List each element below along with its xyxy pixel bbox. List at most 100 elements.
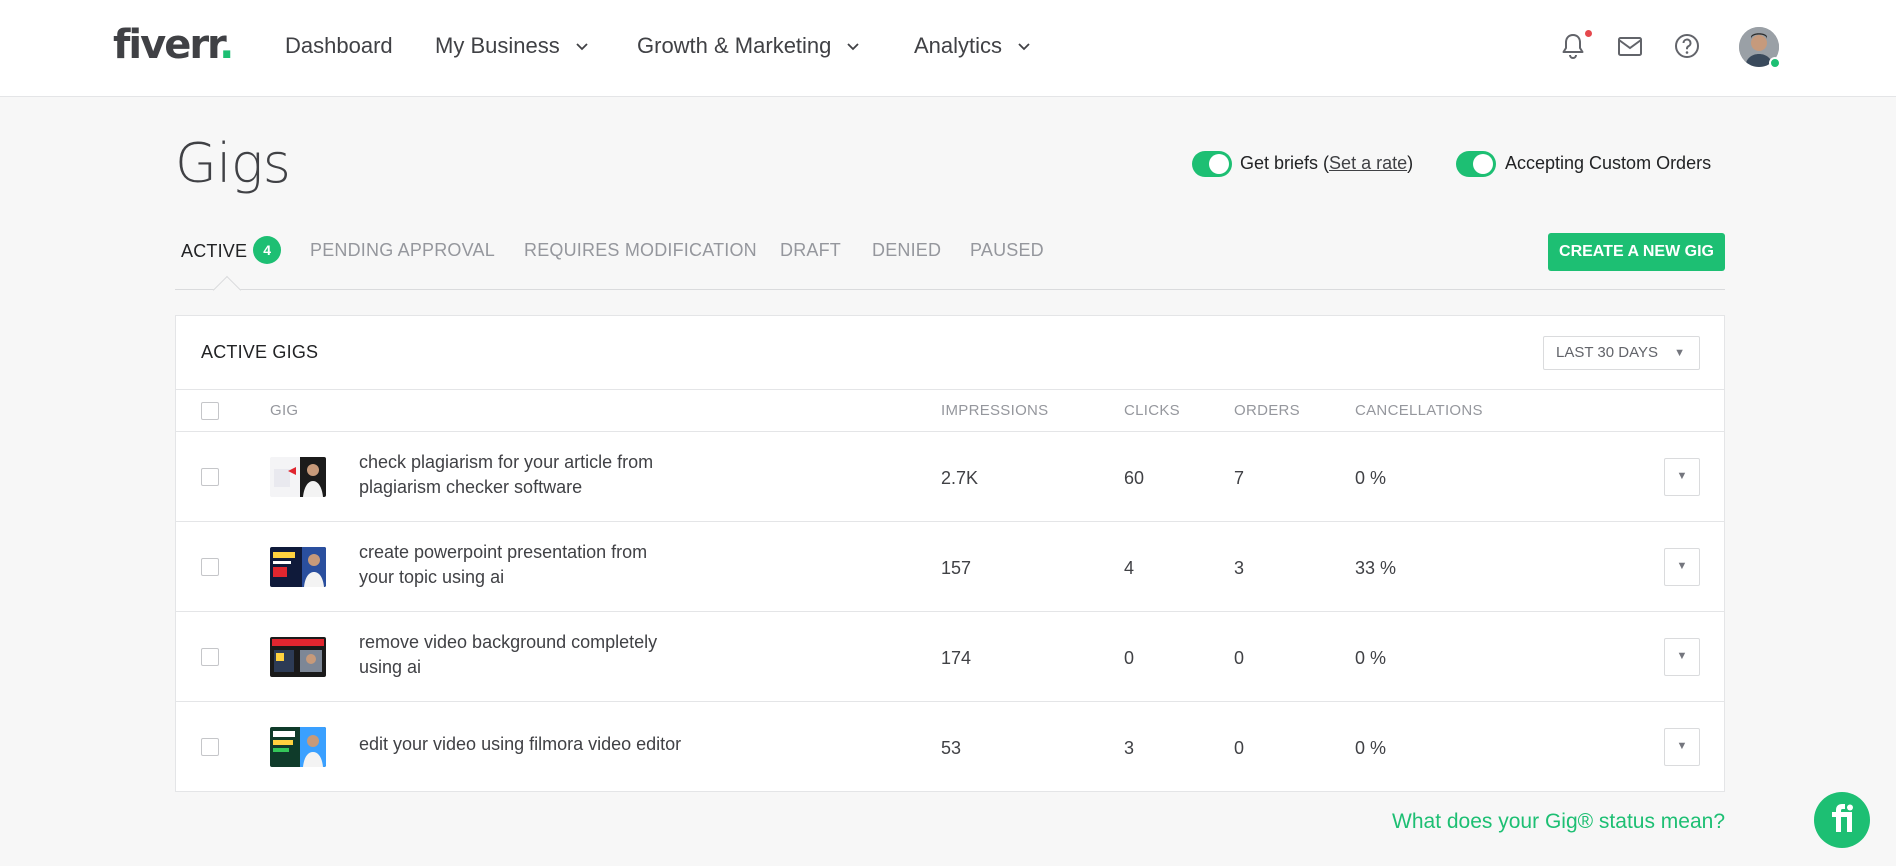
get-briefs-label: Get briefs (Set a rate)	[1240, 151, 1413, 175]
nav-my-business-label: My Business	[435, 33, 560, 58]
row-checkbox[interactable]	[201, 738, 219, 756]
gig-title-line: using ai	[359, 657, 422, 677]
table-row: check plagiarism for your article from p…	[176, 432, 1724, 522]
col-clicks: CLICKS	[1124, 402, 1180, 419]
custom-orders-label: Accepting Custom Orders	[1505, 153, 1712, 173]
set-rate-paren-close: )	[1407, 153, 1414, 173]
get-briefs-toggle[interactable]	[1192, 151, 1232, 177]
gig-title-line: your topic using ai	[359, 567, 505, 587]
date-range-select[interactable]: LAST 30 DAYS ▼	[1543, 336, 1700, 370]
gig-title-line: check plagiarism for your article from	[359, 452, 654, 472]
gig-title-line: plagiarism checker software	[359, 477, 583, 497]
clicks-value: 3	[1124, 738, 1135, 758]
tab-pending-approval[interactable]: PENDING APPROVAL	[310, 238, 495, 262]
caret-down-icon: ▼	[1676, 560, 1688, 572]
date-range-value: LAST 30 DAYS	[1556, 344, 1658, 361]
row-actions-dropdown[interactable]: ▼	[1664, 548, 1700, 586]
set-rate-link[interactable]: Set a rate	[1329, 153, 1407, 173]
gig-thumbnail[interactable]	[270, 457, 326, 497]
fiverr-logo[interactable]: fiverr.	[113, 22, 234, 68]
clicks-value: 4	[1124, 558, 1135, 578]
gig-image-icon	[270, 547, 326, 587]
logo-text: fiverr	[113, 22, 221, 68]
gig-status-help-link[interactable]: What does your Gig® status mean?	[1383, 810, 1725, 834]
top-header: fiverr. Dashboard My Business Growth & M…	[0, 0, 1896, 97]
gig-thumbnail[interactable]	[270, 547, 326, 587]
caret-down-icon: ▼	[1676, 470, 1688, 482]
nav-analytics[interactable]: Analytics	[914, 32, 1032, 60]
orders-value: 0	[1234, 648, 1245, 668]
gig-title-link[interactable]: edit your video using filmora video edit…	[359, 732, 719, 757]
clicks-value: 60	[1124, 468, 1145, 488]
chevron-down-icon	[1018, 43, 1030, 51]
gig-title-link[interactable]: remove video background completely using…	[359, 630, 719, 680]
col-gig: GIG	[270, 402, 299, 419]
nav-dashboard-label: Dashboard	[285, 33, 393, 58]
gig-title-link[interactable]: check plagiarism for your article from p…	[359, 450, 719, 500]
active-count-badge: 4	[253, 236, 282, 264]
custom-orders-toggle[interactable]	[1456, 151, 1496, 177]
impressions-value: 53	[941, 738, 962, 758]
row-checkbox[interactable]	[201, 468, 219, 486]
caret-down-icon: ▼	[1676, 650, 1688, 662]
orders-value: 7	[1234, 468, 1245, 488]
chevron-down-icon	[576, 43, 588, 51]
cancellations-value: 33 %	[1355, 558, 1397, 578]
row-checkbox[interactable]	[201, 648, 219, 666]
gig-image-icon	[270, 727, 326, 767]
gig-title-line: edit your video using filmora video edit…	[359, 734, 682, 754]
get-briefs-text: Get briefs	[1240, 153, 1319, 173]
col-orders: ORDERS	[1234, 402, 1300, 419]
tab-active[interactable]: ACTIVE 4	[181, 236, 282, 266]
nav-growth-marketing[interactable]: Growth & Marketing	[637, 32, 861, 60]
logo-dot: .	[219, 22, 234, 68]
gig-title-link[interactable]: create powerpoint presentation from your…	[359, 540, 719, 590]
tab-denied[interactable]: DENIED	[872, 238, 941, 262]
table-header: GIG IMPRESSIONS CLICKS ORDERS CANCELLATI…	[176, 389, 1724, 432]
col-impressions: IMPRESSIONS	[941, 402, 1049, 419]
chevron-down-icon	[847, 43, 860, 51]
bell-icon[interactable]	[1557, 30, 1589, 62]
tab-draft[interactable]: DRAFT	[780, 238, 841, 262]
fiverr-chat-icon	[1832, 804, 1853, 832]
gig-thumbnail[interactable]	[270, 637, 326, 677]
chat-button[interactable]	[1814, 792, 1870, 848]
orders-value: 3	[1234, 558, 1245, 578]
nav-dashboard[interactable]: Dashboard	[285, 32, 393, 60]
nav-my-business[interactable]: My Business	[435, 32, 590, 60]
cancellations-value: 0 %	[1355, 738, 1387, 758]
gig-thumbnail[interactable]	[270, 727, 326, 767]
row-actions-dropdown[interactable]: ▼	[1664, 728, 1700, 766]
create-gig-button[interactable]: CREATE A NEW GIG	[1548, 233, 1725, 271]
row-checkbox[interactable]	[201, 558, 219, 576]
caret-down-icon: ▼	[1674, 347, 1685, 359]
table-title: ACTIVE GIGS	[201, 342, 319, 362]
orders-value: 0	[1234, 738, 1245, 758]
row-actions-dropdown[interactable]: ▼	[1664, 458, 1700, 496]
table-row: create powerpoint presentation from your…	[176, 522, 1724, 612]
clicks-value: 0	[1124, 648, 1135, 668]
online-status-dot	[1769, 57, 1781, 69]
select-all-checkbox[interactable]	[201, 402, 219, 420]
table-row: edit your video using filmora video edit…	[176, 702, 1724, 792]
gig-title-line: remove video background completely	[359, 632, 658, 652]
col-cancellations: CANCELLATIONS	[1355, 402, 1483, 419]
help-icon[interactable]	[1671, 30, 1703, 62]
gig-title-line: create powerpoint presentation from	[359, 542, 648, 562]
row-actions-dropdown[interactable]: ▼	[1664, 638, 1700, 676]
toggle-knob	[1473, 154, 1493, 174]
cancellations-value: 0 %	[1355, 468, 1387, 488]
cancellations-value: 0 %	[1355, 648, 1387, 668]
toggle-knob	[1209, 154, 1229, 174]
nav-analytics-label: Analytics	[914, 33, 1003, 58]
gig-image-icon	[270, 637, 326, 677]
mail-icon[interactable]	[1614, 30, 1646, 62]
page-title: Gigs	[175, 132, 291, 195]
caret-down-icon: ▼	[1676, 740, 1688, 752]
tab-active-label: ACTIVE	[181, 240, 248, 261]
active-gigs-table: ACTIVE GIGS LAST 30 DAYS ▼ GIG IMPRESSIO…	[175, 315, 1725, 792]
tab-paused[interactable]: PAUSED	[970, 238, 1044, 262]
tab-requires-modification[interactable]: REQUIRES MODIFICATION	[524, 238, 757, 262]
active-tab-indicator	[212, 275, 242, 305]
nav-growth-marketing-label: Growth & Marketing	[637, 33, 832, 58]
